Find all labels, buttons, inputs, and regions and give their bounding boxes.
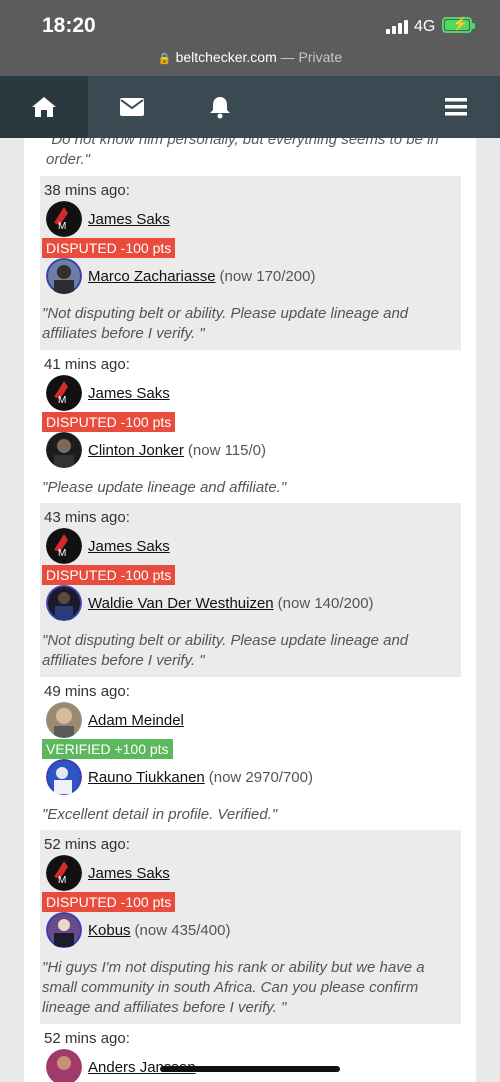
avatar: M xyxy=(46,375,82,411)
url-bar[interactable]: 🔒 beltchecker.com — Private xyxy=(0,44,500,76)
reviewer-name[interactable]: James Saks xyxy=(88,211,170,228)
reviewer-name[interactable]: James Saks xyxy=(88,865,170,882)
subject-points: (now 435/400) xyxy=(134,921,231,939)
subject[interactable]: Rauno Tiukkanen (now 2970/700) xyxy=(46,759,313,795)
subject-name[interactable]: Rauno Tiukkanen xyxy=(88,769,205,786)
subject-name[interactable]: Waldie Van Der Westhuizen xyxy=(88,595,274,612)
entry-comment: "Not disputing belt or ability. Please u… xyxy=(42,632,409,669)
status-badge: DISPUTED -100 pts xyxy=(42,565,176,585)
feed-entry: 38 mins ago: M James Saks DISPUTED -100 … xyxy=(40,176,461,350)
svg-text:M: M xyxy=(58,221,66,232)
svg-text:M: M xyxy=(58,875,66,886)
avatar xyxy=(46,912,82,948)
status-badge: DISPUTED -100 pts xyxy=(42,412,176,432)
subject[interactable]: Clinton Jonker (now 115/0) xyxy=(46,432,266,468)
top-nav xyxy=(0,76,500,138)
avatar xyxy=(46,1049,82,1082)
reviewer[interactable]: Adam Meindel xyxy=(46,702,184,738)
subject-name[interactable]: Kobus xyxy=(88,922,131,939)
feed-entry: 52 mins ago: Anders Jansson xyxy=(40,1024,461,1082)
lock-icon: 🔒 xyxy=(157,53,172,65)
nav-home-button[interactable] xyxy=(0,76,88,138)
status-time: 18:20 xyxy=(42,14,96,37)
reviewer[interactable]: M James Saks xyxy=(46,201,170,237)
feed-entry: 49 mins ago: Adam Meindel VERIFIED +100 … xyxy=(40,677,461,830)
avatar: M xyxy=(46,528,82,564)
entry-time: 52 mins ago: xyxy=(44,1030,130,1047)
status-badge: DISPUTED -100 pts xyxy=(42,238,176,258)
home-indicator[interactable] xyxy=(160,1066,340,1072)
nav-mail-button[interactable] xyxy=(88,76,176,138)
network-label: 4G xyxy=(414,18,436,35)
entry-comment: "Do not know him personally, but everyth… xyxy=(46,138,439,168)
avatar: M xyxy=(46,201,82,237)
avatar xyxy=(46,432,82,468)
svg-text:M: M xyxy=(58,548,66,559)
home-icon xyxy=(32,97,56,117)
status-badge: VERIFIED +100 pts xyxy=(42,739,173,759)
subject[interactable]: Marco Zachariasse (now 170/200) xyxy=(46,258,315,294)
nav-notifications-button[interactable] xyxy=(176,76,264,138)
reviewer-name[interactable]: James Saks xyxy=(88,385,170,402)
feed-entry: 52 mins ago: M James Saks DISPUTED -100 … xyxy=(40,830,461,1024)
subject[interactable]: Kobus (now 435/400) xyxy=(46,912,230,948)
status-bar: 18:20 4G ⚡ xyxy=(0,0,500,44)
status-badge: DISPUTED -100 pts xyxy=(42,892,176,912)
entry-comment: "Excellent detail in profile. Verified." xyxy=(42,806,278,823)
url-domain: beltchecker.com xyxy=(175,49,277,65)
avatar xyxy=(46,585,82,621)
subject-name[interactable]: Marco Zachariasse xyxy=(88,268,216,285)
entry-time: 49 mins ago: xyxy=(44,683,130,700)
entry-comment: "Hi guys I'm not disputing his rank or a… xyxy=(42,959,425,1016)
battery-icon: ⚡ xyxy=(442,16,475,33)
reviewer[interactable]: M James Saks xyxy=(46,855,170,891)
entry-time: 43 mins ago: xyxy=(44,509,130,526)
bell-icon xyxy=(210,97,230,119)
nav-menu-button[interactable] xyxy=(412,76,500,138)
reviewer-name[interactable]: Adam Meindel xyxy=(88,712,184,729)
avatar: M xyxy=(46,855,82,891)
entry-time: 52 mins ago: xyxy=(44,836,130,853)
subject-points: (now 170/200) xyxy=(219,267,316,285)
reviewer[interactable]: M James Saks xyxy=(46,375,170,411)
subject-name[interactable]: Clinton Jonker xyxy=(88,442,184,459)
feed-entry: 43 mins ago: M James Saks DISPUTED -100 … xyxy=(40,503,461,677)
activity-feed: "Do not know him personally, but everyth… xyxy=(24,138,476,1082)
mail-icon xyxy=(120,98,144,116)
avatar xyxy=(46,759,82,795)
feed-entry: 41 mins ago: M James Saks DISPUTED -100 … xyxy=(40,350,461,503)
reviewer-name[interactable]: James Saks xyxy=(88,538,170,555)
avatar xyxy=(46,258,82,294)
subject[interactable]: Waldie Van Der Westhuizen (now 140/200) xyxy=(46,585,374,621)
subject-points: (now 2970/700) xyxy=(208,768,313,786)
entry-time: 38 mins ago: xyxy=(44,182,130,199)
entry-comment: "Please update lineage and affiliate." xyxy=(42,479,287,496)
entry-time: 41 mins ago: xyxy=(44,356,130,373)
avatar xyxy=(46,702,82,738)
private-label: — Private xyxy=(280,49,343,65)
subject-points: (now 140/200) xyxy=(277,594,374,612)
subject-points: (now 115/0) xyxy=(187,441,266,459)
signal-icon xyxy=(386,20,408,34)
menu-icon xyxy=(445,98,467,116)
reviewer[interactable]: M James Saks xyxy=(46,528,170,564)
entry-comment: "Not disputing belt or ability. Please u… xyxy=(42,305,409,342)
svg-text:M: M xyxy=(58,395,66,406)
